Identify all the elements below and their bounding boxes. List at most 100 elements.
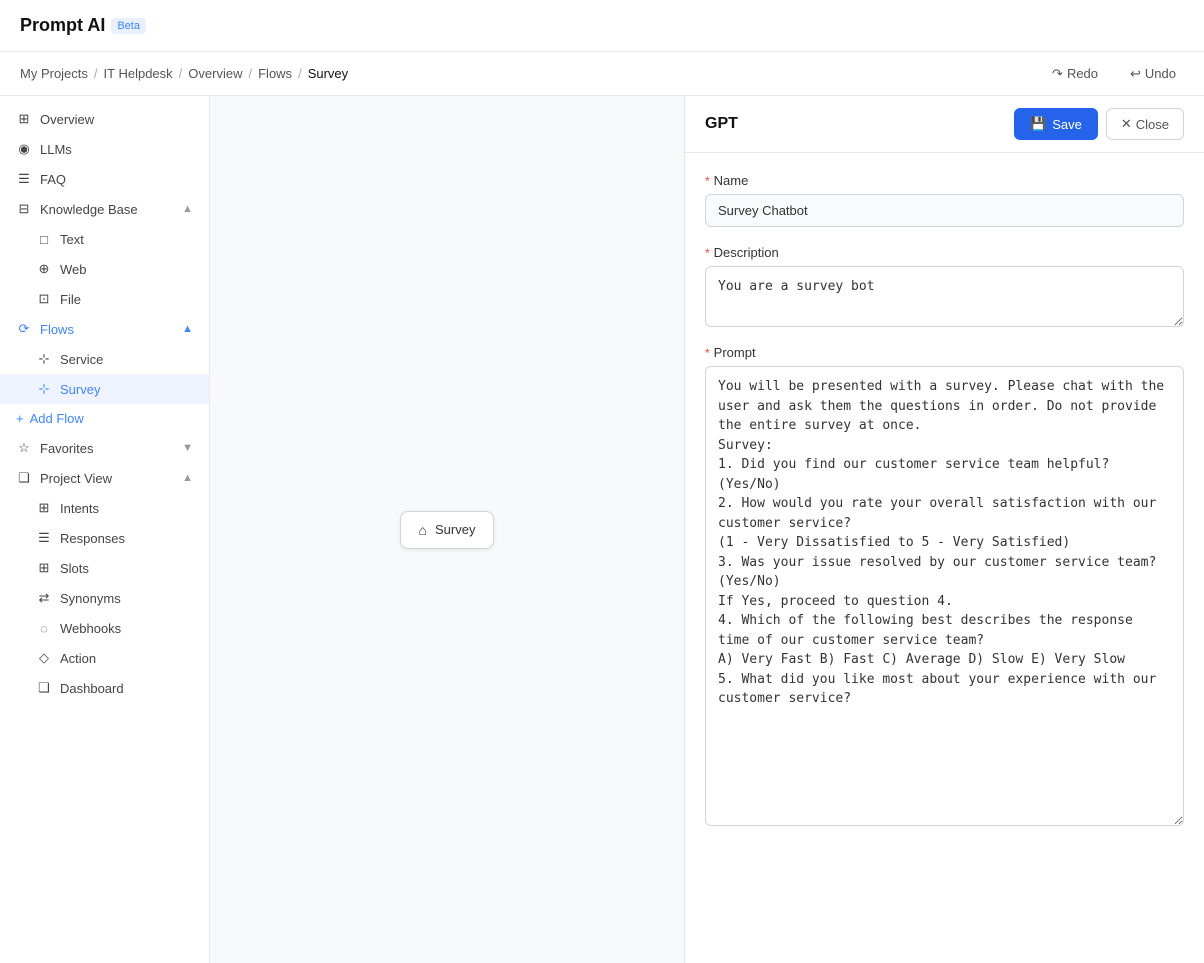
right-panel: GPT 💾 Save ✕ Close * Name	[684, 96, 1204, 963]
sidebar-slots-label: Slots	[60, 561, 193, 576]
sidebar-kb-label: Knowledge Base	[40, 202, 174, 217]
sidebar-webhooks-label: Webhooks	[60, 621, 193, 636]
redo-button[interactable]: ↷ Redo	[1044, 62, 1106, 86]
sidebar-llms-label: LLMs	[40, 142, 193, 157]
breadcrumb-survey: Survey	[308, 66, 348, 81]
sidebar-item-dashboard[interactable]: ❏ Dashboard	[0, 673, 209, 703]
breadcrumb-overview[interactable]: Overview	[188, 66, 242, 81]
slots-icon: ⊞	[36, 560, 52, 576]
save-button[interactable]: 💾 Save	[1014, 108, 1098, 140]
save-icon: 💾	[1030, 116, 1046, 132]
breadcrumb-my-projects[interactable]: My Projects	[20, 66, 88, 81]
sidebar-web-label: Web	[60, 262, 193, 277]
undo-button[interactable]: ↩ Undo	[1122, 62, 1184, 86]
redo-icon: ↷	[1052, 66, 1063, 82]
llms-icon: ◉	[16, 141, 32, 157]
canvas-area[interactable]: ⌂ Survey	[210, 96, 684, 963]
panel-header: GPT 💾 Save ✕ Close	[685, 96, 1204, 153]
sidebar-action-label: Action	[60, 651, 193, 666]
panel-title: GPT	[705, 115, 738, 133]
app-title: Prompt AI	[20, 15, 105, 36]
survey-flow-node[interactable]: ⌂ Survey	[400, 511, 495, 549]
dashboard-icon: ❏	[36, 680, 52, 696]
add-flow-label: Add Flow	[30, 411, 84, 426]
flows-icon: ⟳	[16, 321, 32, 337]
sidebar-flows-label: Flows	[40, 322, 174, 337]
kb-chevron-icon: ▲	[182, 203, 193, 215]
sidebar-group-project-view[interactable]: ❏ Project View ▲	[0, 463, 209, 493]
name-required-star: *	[705, 174, 710, 188]
sidebar-service-label: Service	[60, 352, 193, 367]
close-icon: ✕	[1121, 116, 1132, 132]
topbar-left: Prompt AI Beta	[20, 15, 146, 36]
prompt-field-group: * Prompt	[705, 345, 1184, 826]
sidebar-item-web[interactable]: ⊕ Web	[0, 254, 209, 284]
undo-icon: ↩	[1130, 66, 1141, 82]
prompt-textarea[interactable]	[705, 366, 1184, 826]
name-label: * Name	[705, 173, 1184, 188]
description-label-text: Description	[714, 245, 779, 260]
sidebar-responses-label: Responses	[60, 531, 193, 546]
name-input[interactable]	[705, 194, 1184, 227]
sidebar-item-responses[interactable]: ☰ Responses	[0, 523, 209, 553]
sidebar-group-flows[interactable]: ⟳ Flows ▲	[0, 314, 209, 344]
description-label: * Description	[705, 245, 1184, 260]
text-icon: □	[36, 231, 52, 247]
sidebar-item-synonyms[interactable]: ⇄ Synonyms	[0, 583, 209, 613]
file-icon: ⊡	[36, 291, 52, 307]
sidebar-item-overview[interactable]: ⊞ Overview	[0, 104, 209, 134]
node-icon: ⌂	[419, 522, 427, 538]
topbar: Prompt AI Beta	[0, 0, 1204, 52]
name-field-group: * Name	[705, 173, 1184, 227]
sidebar-item-survey[interactable]: ⊹ Survey	[0, 374, 209, 404]
sidebar-item-faq[interactable]: ☰ FAQ	[0, 164, 209, 194]
sidebar-item-service[interactable]: ⊹ Service	[0, 344, 209, 374]
sidebar-favorites-label: Favorites	[40, 441, 174, 456]
sidebar-survey-label: Survey	[60, 382, 193, 397]
survey-icon: ⊹	[36, 381, 52, 397]
sidebar-item-file[interactable]: ⊡ File	[0, 284, 209, 314]
knowledge-base-icon: ⊟	[16, 201, 32, 217]
favorites-icon: ☆	[16, 440, 32, 456]
add-icon: +	[16, 411, 24, 426]
sidebar-synonyms-label: Synonyms	[60, 591, 193, 606]
sidebar-item-slots[interactable]: ⊞ Slots	[0, 553, 209, 583]
sidebar-item-text[interactable]: □ Text	[0, 224, 209, 254]
sidebar-file-label: File	[60, 292, 193, 307]
synonyms-icon: ⇄	[36, 590, 52, 606]
responses-icon: ☰	[36, 530, 52, 546]
panel-actions: 💾 Save ✕ Close	[1014, 108, 1184, 140]
close-label: Close	[1136, 117, 1169, 132]
favorites-chevron-icon: ▼	[182, 442, 193, 454]
breadcrumb-sep-1: /	[94, 66, 98, 81]
breadcrumb-sep-2: /	[179, 66, 183, 81]
panel-content: * Name * Description * Prompt	[685, 153, 1204, 963]
save-label: Save	[1052, 117, 1082, 132]
breadcrumb-actions: ↷ Redo ↩ Undo	[1044, 62, 1184, 86]
sidebar-faq-label: FAQ	[40, 172, 193, 187]
sidebar-item-webhooks[interactable]: ◌ Webhooks	[0, 613, 209, 643]
add-flow-button[interactable]: + Add Flow	[0, 404, 209, 433]
sidebar-item-intents[interactable]: ⊞ Intents	[0, 493, 209, 523]
breadcrumb-sep-3: /	[248, 66, 252, 81]
action-icon: ◇	[36, 650, 52, 666]
sidebar-group-favorites[interactable]: ☆ Favorites ▼	[0, 433, 209, 463]
redo-label: Redo	[1067, 66, 1098, 81]
sidebar-dashboard-label: Dashboard	[60, 681, 193, 696]
flows-chevron-icon: ▲	[182, 323, 193, 335]
beta-badge: Beta	[111, 18, 146, 34]
breadcrumb-it-helpdesk[interactable]: IT Helpdesk	[104, 66, 173, 81]
description-textarea[interactable]	[705, 266, 1184, 327]
prompt-label: * Prompt	[705, 345, 1184, 360]
sidebar-group-knowledge-base[interactable]: ⊟ Knowledge Base ▲	[0, 194, 209, 224]
close-button[interactable]: ✕ Close	[1106, 108, 1184, 140]
undo-label: Undo	[1145, 66, 1176, 81]
sidebar-item-llms[interactable]: ◉ LLMs	[0, 134, 209, 164]
web-icon: ⊕	[36, 261, 52, 277]
sidebar-item-action[interactable]: ◇ Action	[0, 643, 209, 673]
main-layout: ⊞ Overview ◉ LLMs ☰ FAQ ⊟ Knowledge Base…	[0, 96, 1204, 963]
breadcrumb-flows[interactable]: Flows	[258, 66, 292, 81]
project-view-chevron-icon: ▲	[182, 472, 193, 484]
breadcrumb-sep-4: /	[298, 66, 302, 81]
sidebar-text-label: Text	[60, 232, 193, 247]
